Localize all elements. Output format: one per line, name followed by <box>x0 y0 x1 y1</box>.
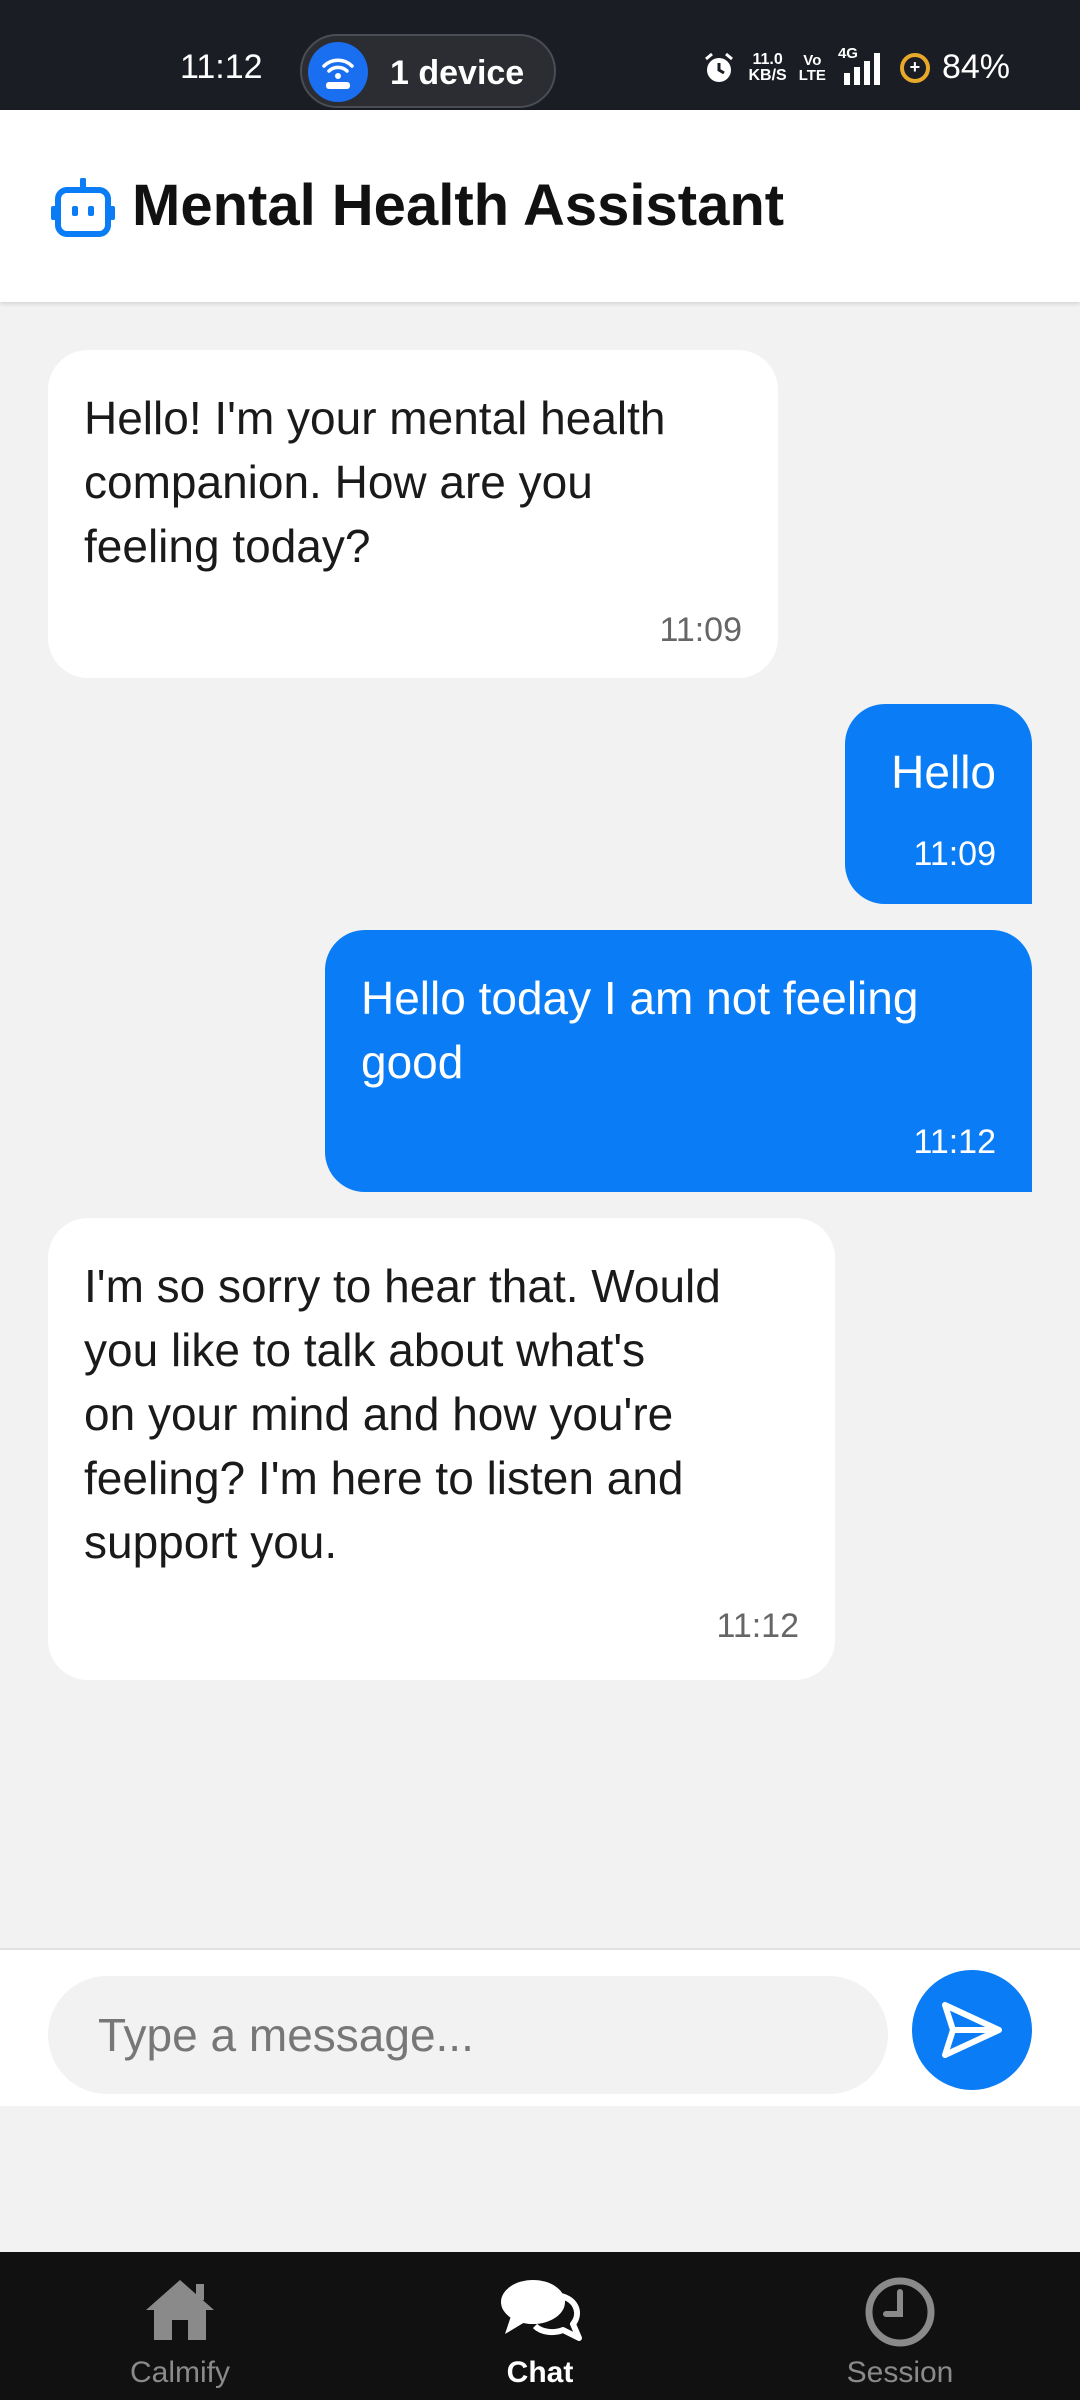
message-line: Hello <box>891 746 996 798</box>
message-line: I'm so sorry to hear that. Would <box>84 1260 721 1312</box>
message-line: feeling? I'm here to listen and <box>84 1452 684 1504</box>
alarm-icon <box>705 52 734 82</box>
robot-icon <box>51 178 115 237</box>
net-speed: 11.0 KB/S <box>748 50 787 84</box>
status-indicators: 11.0 KB/S Vo LTE 4G + 84% <box>702 45 1010 87</box>
volte-indicator: Vo LTE <box>799 53 826 83</box>
send-button[interactable] <box>912 1970 1032 2090</box>
bot-message: I'm so sorry to hear that. Would you lik… <box>48 1218 835 1680</box>
home-icon <box>146 2280 214 2340</box>
message-time: 11:12 <box>913 1123 996 1161</box>
message-time: 11:09 <box>659 611 742 649</box>
nav-label: Chat <box>506 2356 574 2389</box>
bot-message: Hello! I'm your mental health companion.… <box>48 350 778 678</box>
message-line: Hello! I'm your mental health <box>84 392 666 444</box>
message-input[interactable] <box>48 1976 888 2094</box>
page-title: Mental Health Assistant <box>132 173 785 238</box>
status-time: 11:12 <box>180 48 263 86</box>
hotspot-pill[interactable]: 1 device <box>300 34 556 108</box>
nav-item-calmify[interactable]: Calmify <box>30 2252 330 2400</box>
message-line: support you. <box>84 1516 338 1568</box>
message-line: on your mind and how you're <box>84 1388 674 1440</box>
net-speed-unit: KB/S <box>748 66 787 84</box>
user-message: Hello today I am not feeling good 11:12 <box>325 930 1032 1192</box>
nav-label: Calmify <box>129 2356 230 2389</box>
user-message: Hello 11:09 <box>845 704 1032 904</box>
status-bar: 11:12 1 device 11.0 KB/S Vo LTE 4G + 84% <box>0 0 1080 110</box>
hotspot-icon <box>308 42 368 102</box>
hotspot-label: 1 device <box>390 54 525 92</box>
message-line: companion. How are you <box>84 456 593 508</box>
clock-icon <box>865 2277 935 2347</box>
app-header: Mental Health Assistant <box>0 110 1080 302</box>
chat-bubbles-icon <box>501 2280 582 2341</box>
message-composer <box>0 1948 1080 2106</box>
volte-bottom: LTE <box>798 66 826 84</box>
send-icon <box>942 2002 1002 2058</box>
net-speed-value: 11.0 <box>752 50 783 68</box>
bottom-nav: Calmify Chat Session <box>0 2252 1080 2400</box>
battery-percent: 84% <box>941 48 1010 86</box>
battery-saver-icon: + <box>899 52 930 83</box>
nav-label: Session <box>846 2356 954 2389</box>
message-time: 11:12 <box>716 1607 799 1645</box>
nav-item-session[interactable]: Session <box>750 2252 1050 2400</box>
signal-icon: 4G <box>838 45 888 85</box>
message-line: feeling today? <box>84 520 371 572</box>
message-line: good <box>361 1036 464 1088</box>
nav-item-chat[interactable]: Chat <box>390 2252 690 2400</box>
message-line: Hello today I am not feeling <box>361 972 919 1024</box>
message-line: you like to talk about what's <box>84 1324 646 1376</box>
message-time: 11:09 <box>913 835 996 873</box>
volte-top: Vo <box>803 51 822 69</box>
